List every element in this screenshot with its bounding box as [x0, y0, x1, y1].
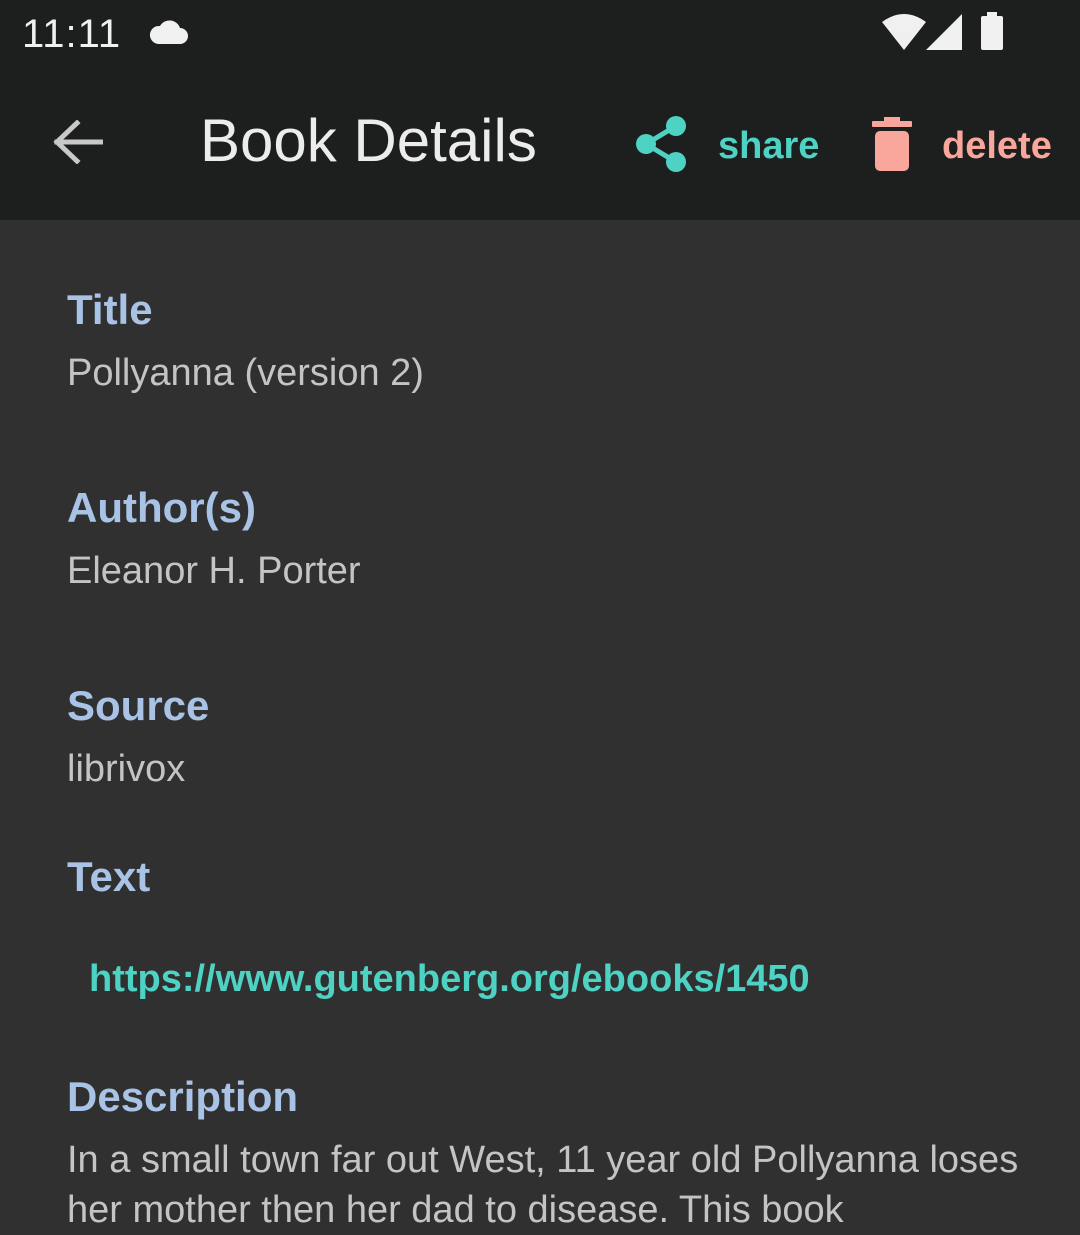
app-bar: Book Details share delete [0, 80, 1080, 220]
share-button[interactable]: share [634, 110, 819, 182]
battery-icon [980, 12, 1004, 57]
status-bar: 11:11 [0, 0, 1080, 80]
page-title: Book Details [200, 107, 537, 174]
back-button[interactable] [40, 106, 116, 182]
share-icon [634, 115, 690, 178]
text-link[interactable]: https://www.gutenberg.org/ebooks/1450 [89, 958, 810, 1001]
title-value: Pollyanna (version 2) [67, 352, 424, 394]
text-label: Text [67, 853, 151, 900]
author-label: Author(s) [67, 484, 256, 531]
book-details-content[interactable]: Title Pollyanna (version 2) Author(s) El… [0, 220, 1080, 1231]
status-time: 11:11 [22, 12, 122, 56]
back-arrow-icon [53, 118, 104, 169]
delete-button[interactable]: delete [870, 110, 1052, 182]
source-value: librivox [67, 748, 186, 790]
author-value: Eleanor H. Porter [67, 550, 361, 592]
signal-icon [926, 14, 962, 55]
cloud-icon [148, 20, 188, 51]
source-label: Source [67, 682, 210, 729]
description-value: In a small town far out West, 11 year ol… [67, 1139, 1019, 1231]
delete-label: delete [942, 124, 1052, 167]
wifi-icon [882, 14, 926, 55]
share-label: share [718, 124, 820, 167]
title-label: Title [67, 286, 153, 333]
delete-icon [870, 116, 914, 176]
description-label: Description [67, 1073, 299, 1120]
